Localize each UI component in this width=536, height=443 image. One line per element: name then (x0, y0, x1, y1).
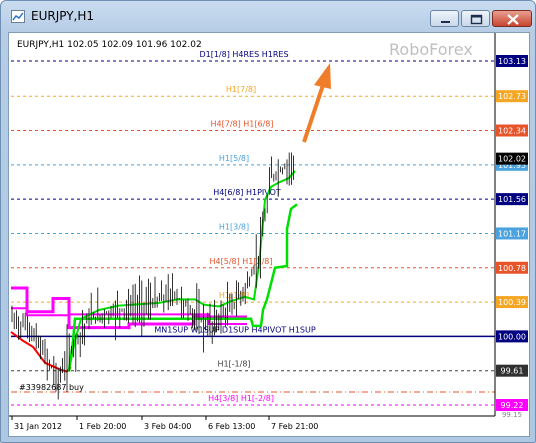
level-label: MN1SUP W1SUP D1SUP H4PIVOT H1SUP (154, 325, 316, 334)
chart-header: EURJPY,H1 102.05 102.09 101.96 102.02 (17, 40, 202, 50)
x-tick-label: 1 Feb 20:00 (79, 422, 126, 431)
price-tag-label: 101.56 (498, 195, 526, 204)
x-tick-label: 6 Feb 13:00 (208, 422, 255, 431)
price-axis-tags: 103.13102.73102.34101.95101.56101.17100.… (496, 55, 528, 419)
price-tag-label: 99.22 (501, 401, 524, 410)
minimize-icon (441, 21, 450, 23)
order-label: #33982687 buy (19, 383, 84, 392)
x-tick-label: 31 Jan 2012 (14, 422, 62, 431)
current-price-label: 102.02 (498, 155, 526, 164)
chart-window-icon (11, 10, 25, 23)
green-fast-line (68, 170, 296, 371)
x-tick-label: 7 Feb 21:00 (271, 422, 318, 431)
price-tag-label: 100.78 (498, 264, 526, 273)
price-tag-label: 101.17 (498, 229, 526, 238)
broker-watermark: RoboForex (389, 40, 473, 59)
x-tick-label: 3 Feb 04:00 (144, 422, 191, 431)
price-tag-label: 102.34 (498, 127, 526, 136)
level-label: H4[7/8] H1[6/8] (211, 120, 274, 129)
title-bar[interactable]: EURJPY,H1 (1, 1, 535, 31)
terminal-window: EURJPY,H1 EURJPY,H1 102.05 102.09 101.96… (0, 0, 536, 443)
arrow-head-icon (314, 63, 331, 89)
close-button[interactable] (492, 10, 532, 27)
price-tag-label: 100.39 (498, 298, 526, 307)
level-label: D1[1/8] H4RES H1RES (199, 50, 288, 59)
price-chart[interactable]: EURJPY,H1 102.05 102.09 101.96 102.02 Ro… (8, 32, 530, 437)
level-label: H1[-1/8] (217, 360, 250, 369)
low-tick-label: 99.15 (502, 411, 522, 419)
level-label: H1[1/8] (219, 291, 249, 300)
price-tag-label: 99.61 (501, 367, 524, 376)
chart-canvas[interactable]: EURJPY,H1 102.05 102.09 101.96 102.02 Ro… (9, 33, 529, 436)
level-label: H1[7/8] (226, 85, 256, 94)
minimize-button[interactable] (430, 10, 459, 27)
level-label: H4[3/8] H1[-2/8] (208, 394, 274, 403)
murrey-levels: D1[1/8] H4RES H1RES H1[7/8] H4[7/8] H1[6/8… (11, 50, 495, 406)
level-label: H1[5/8] (219, 154, 249, 163)
price-tag-label: 102.73 (498, 92, 526, 101)
maximize-button[interactable] (461, 10, 490, 27)
level-label: H1[3/8] (219, 222, 249, 231)
maximize-icon (470, 14, 483, 25)
close-icon (507, 14, 519, 25)
price-tag-label: 103.13 (498, 57, 526, 66)
window-title: EURJPY,H1 (31, 9, 95, 23)
level-label: H4[5/8] H1[2/8] (210, 257, 273, 266)
price-tag-label: 100.00 (498, 332, 526, 341)
